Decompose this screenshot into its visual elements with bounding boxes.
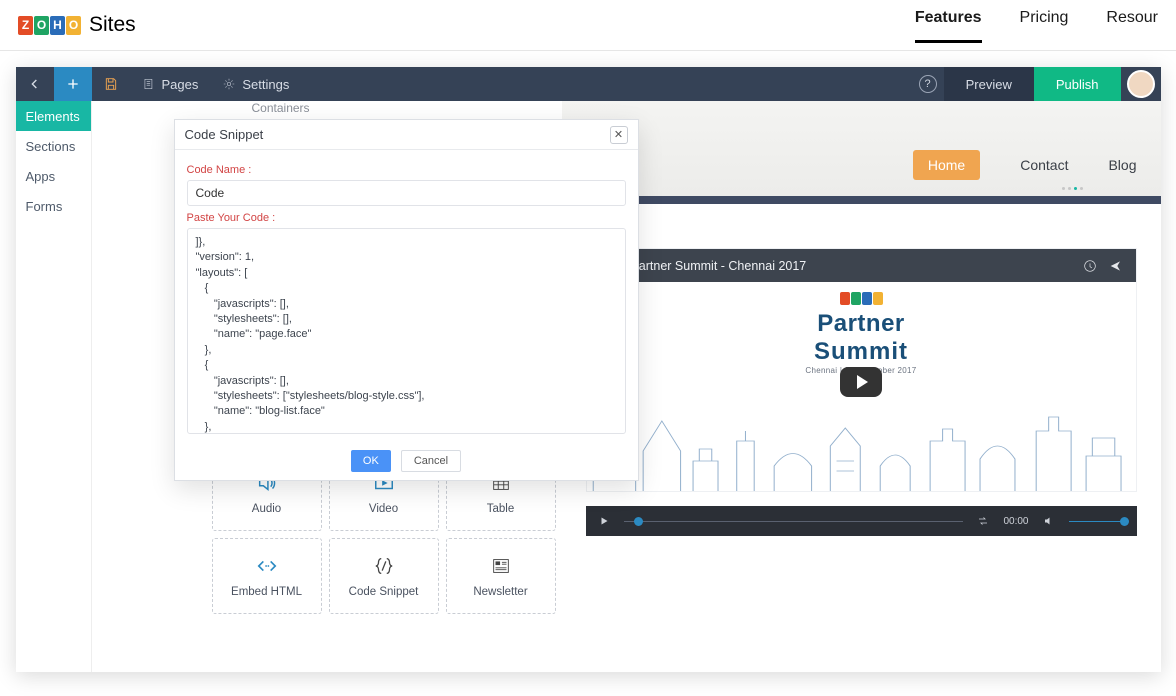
- code-icon: [373, 555, 395, 577]
- sidebar-item-forms[interactable]: Forms: [16, 191, 91, 221]
- back-button[interactable]: [16, 67, 54, 101]
- card-code-snippet[interactable]: Code Snippet: [329, 538, 439, 614]
- code-name-input[interactable]: [187, 180, 626, 206]
- sidebar-item-sections[interactable]: Sections: [16, 131, 91, 161]
- builder-toolbar: Pages Settings ? Preview Publish: [16, 67, 1161, 101]
- modal-header: Code Snippet ✕: [175, 120, 638, 150]
- summit-text: Summit: [587, 338, 1136, 366]
- sidebar-item-apps[interactable]: Apps: [16, 161, 91, 191]
- sidebar-label-apps: Apps: [26, 169, 56, 184]
- share-icon[interactable]: [1108, 258, 1124, 274]
- play-icon[interactable]: [598, 515, 610, 527]
- cancel-button[interactable]: Cancel: [401, 450, 461, 472]
- preview-label: Preview: [966, 77, 1012, 92]
- settings-link[interactable]: Settings: [210, 67, 301, 101]
- carousel-dots[interactable]: [1062, 187, 1083, 190]
- publish-button[interactable]: Publish: [1034, 67, 1121, 101]
- preview-button[interactable]: Preview: [944, 67, 1034, 101]
- logo-tile-o2: O: [66, 16, 81, 35]
- sidebar: Elements Sections Apps Forms: [16, 101, 92, 672]
- partner-summit-logo: Partner Summit Chennai | 9-13 October 20…: [587, 292, 1136, 375]
- site-nav: Features Pricing Resour: [915, 9, 1158, 42]
- content-area: Containers Code Snippet ✕ Code Name : Pa…: [92, 101, 1161, 672]
- add-button[interactable]: [54, 67, 92, 101]
- audio-player[interactable]: 00:00: [586, 506, 1137, 536]
- elements-group-header: Containers: [252, 101, 310, 115]
- card-newsletter[interactable]: Newsletter: [446, 538, 556, 614]
- logo-tiles: Z O H O: [18, 16, 81, 35]
- code-name-label: Code Name :: [187, 164, 626, 176]
- modal-close-button[interactable]: ✕: [610, 126, 628, 144]
- pages-label: Pages: [162, 77, 199, 92]
- logo-tile-z: Z: [18, 16, 33, 35]
- sidebar-label-elements: Elements: [26, 109, 80, 124]
- sidebar-label-forms: Forms: [26, 199, 63, 214]
- nav-pricing[interactable]: Pricing: [1020, 9, 1069, 42]
- card-label: Table: [487, 503, 515, 515]
- logo-tile-h: H: [50, 16, 65, 35]
- video-tile[interactable]: Zoho Partner Summit - Chennai 2017: [586, 248, 1137, 492]
- settings-label: Settings: [242, 77, 289, 92]
- builder-body: Elements Sections Apps Forms Containers …: [16, 101, 1161, 672]
- builder-shell: Pages Settings ? Preview Publish Element…: [16, 67, 1161, 672]
- help-button[interactable]: ?: [912, 75, 944, 93]
- sidebar-label-sections: Sections: [26, 139, 76, 154]
- newsletter-icon: [490, 555, 512, 577]
- card-label: Code Snippet: [349, 586, 419, 598]
- paste-code-label: Paste Your Code :: [187, 212, 626, 224]
- nav-resources[interactable]: Resour: [1106, 9, 1158, 42]
- card-label: Audio: [252, 503, 281, 515]
- save-button[interactable]: [92, 67, 130, 101]
- preview-canvas: Home Contact Blog Zoho Partner Summit - …: [562, 101, 1161, 672]
- code-textarea[interactable]: ]}, "version": 1, "layouts": [ { "javasc…: [187, 228, 626, 434]
- close-icon: ✕: [614, 128, 623, 141]
- ok-button[interactable]: OK: [351, 450, 391, 472]
- site-logo: Z O H O Sites: [18, 13, 136, 37]
- code-snippet-modal: Code Snippet ✕ Code Name : Paste Your Co…: [174, 119, 639, 481]
- embed-icon: [256, 555, 278, 577]
- logo-tile-o1: O: [34, 16, 49, 35]
- pages-link[interactable]: Pages: [130, 67, 211, 101]
- repeat-icon[interactable]: [977, 515, 989, 527]
- preview-nav-home[interactable]: Home: [913, 150, 980, 180]
- nav-features[interactable]: Features: [915, 9, 982, 42]
- volume-slider[interactable]: [1069, 521, 1125, 522]
- seek-slider[interactable]: [624, 521, 964, 522]
- elements-column: Containers Code Snippet ✕ Code Name : Pa…: [92, 101, 562, 672]
- preview-header: Home Contact Blog: [562, 101, 1161, 196]
- card-label: Embed HTML: [231, 586, 302, 598]
- modal-title: Code Snippet: [185, 127, 264, 142]
- preview-nav-blog[interactable]: Blog: [1108, 157, 1136, 173]
- card-label: Newsletter: [473, 586, 527, 598]
- preview-nav-contact[interactable]: Contact: [1020, 157, 1068, 173]
- logo-wordmark: Sites: [89, 13, 136, 37]
- site-header: Z O H O Sites Features Pricing Resour: [0, 0, 1176, 51]
- sidebar-item-elements[interactable]: Elements: [16, 101, 91, 131]
- partner-text: Partner: [587, 310, 1136, 338]
- publish-label: Publish: [1056, 77, 1099, 92]
- avatar[interactable]: [1127, 70, 1155, 98]
- skyline-illustration: [587, 371, 1136, 491]
- player-time: 00:00: [1003, 516, 1028, 527]
- preview-nav: Home Contact Blog: [913, 150, 1137, 180]
- card-label: Video: [369, 503, 398, 515]
- video-title-bar: Zoho Partner Summit - Chennai 2017: [587, 249, 1136, 282]
- help-icon: ?: [919, 75, 937, 93]
- watch-later-icon[interactable]: [1082, 258, 1098, 274]
- volume-icon[interactable]: [1043, 515, 1055, 527]
- modal-footer: OK Cancel: [175, 444, 638, 480]
- card-embed-html[interactable]: Embed HTML: [212, 538, 322, 614]
- preview-strip: [562, 196, 1161, 204]
